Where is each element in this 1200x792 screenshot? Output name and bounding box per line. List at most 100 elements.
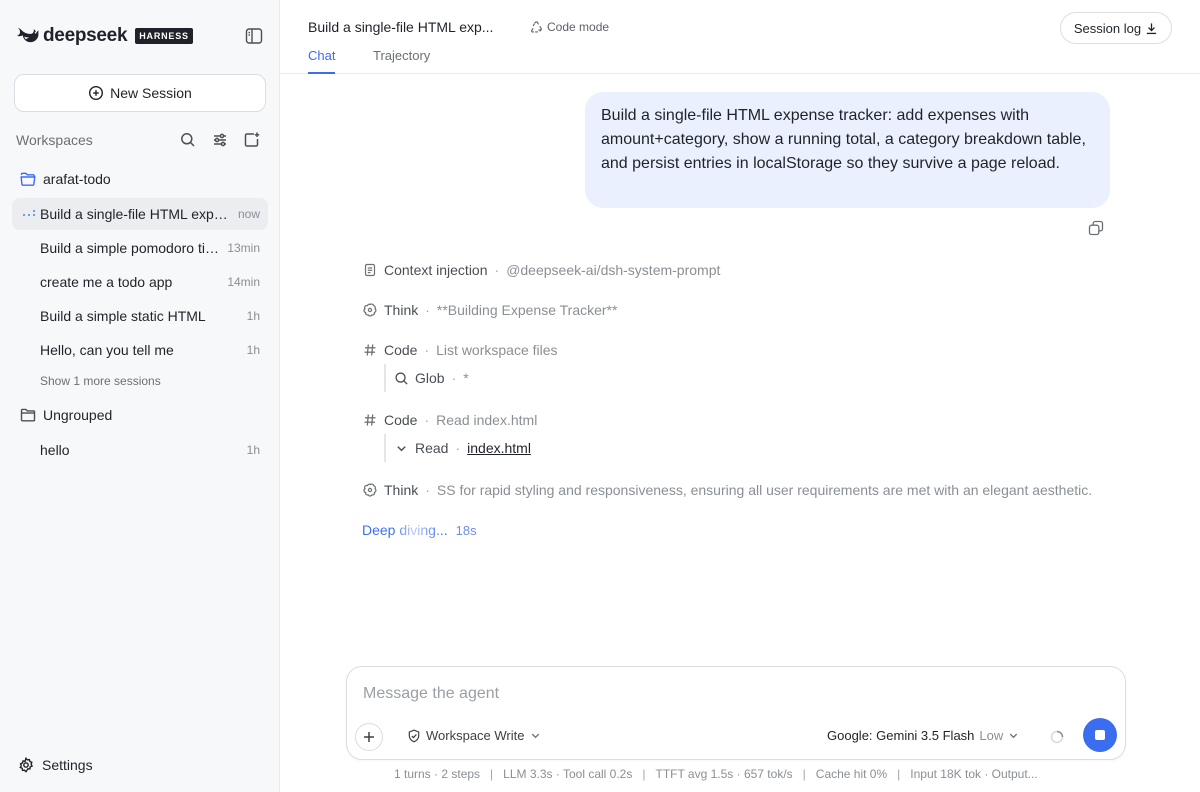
session-title: hello: [40, 442, 70, 458]
plus-circle-icon: [89, 85, 104, 101]
step-separator: ·: [451, 370, 457, 386]
search-icon[interactable]: [172, 131, 204, 149]
step-detail: SS for rapid styling and responsiveness,…: [436, 482, 1093, 498]
session-title: Build a single-file HTML expense tracker: [40, 206, 230, 222]
step-separator: ·: [425, 482, 430, 498]
step-label: Code: [384, 342, 418, 358]
session-time: now: [237, 207, 260, 221]
step-label: Think: [384, 302, 419, 318]
message-input[interactable]: [363, 684, 1103, 704]
permission-select[interactable]: Workspace Write: [407, 728, 546, 743]
session-title: Build a simple pomodoro timer: [40, 240, 220, 256]
session-item[interactable]: Build a simple static HTML 1h: [12, 300, 268, 332]
tool-label: Glob: [415, 370, 445, 386]
tab-chat[interactable]: Chat: [308, 48, 336, 74]
step-code-read-file[interactable]: Code · Read index.html: [362, 410, 537, 430]
session-log-button[interactable]: Session log: [1060, 12, 1172, 44]
new-session-button[interactable]: New Session: [14, 74, 266, 112]
step-label: Code: [384, 412, 418, 428]
status-elapsed: 18s: [455, 522, 477, 538]
step-label: Think: [384, 482, 419, 498]
show-more-sessions-link[interactable]: Show 1 more sessions: [40, 374, 161, 388]
step-separator: ·: [424, 412, 430, 428]
new-session-label: New Session: [110, 85, 192, 101]
step-separator: ·: [424, 342, 430, 358]
workspace-folder-arafat-todo[interactable]: arafat-todo: [20, 169, 111, 189]
step-code-list-files[interactable]: Code · List workspace files: [362, 340, 558, 360]
tab-trajectory[interactable]: Trajectory: [373, 48, 430, 74]
plus-icon: [364, 732, 374, 742]
session-time: 1h: [246, 443, 260, 457]
think-icon: [362, 483, 378, 497]
step-think-streaming[interactable]: Think · SS for rapid styling and respons…: [362, 480, 1110, 500]
loading-spinner-icon: [1049, 729, 1065, 745]
session-time: 1h: [246, 343, 260, 357]
composer: Workspace Write Google: Gemini 3.5 Flash…: [346, 666, 1126, 760]
shield-icon: [408, 729, 420, 742]
file-link-index-html[interactable]: index.html: [467, 440, 531, 456]
workspace-folder-ungrouped[interactable]: Ungrouped: [20, 405, 112, 425]
copy-icon[interactable]: [1088, 220, 1104, 236]
session-item[interactable]: Hello, can you tell me 1h: [12, 334, 268, 366]
stat-llm: LLM 3.3s · Tool call 0.2s: [503, 767, 633, 781]
session-title-header: Build a single-file HTML exp...: [308, 19, 494, 35]
workspaces-title: Workspaces: [16, 132, 93, 148]
tool-label: Read: [415, 440, 449, 456]
stat-tokens: Input 18K tok · Output...: [910, 767, 1038, 781]
reasoning-level: Low: [979, 728, 1004, 743]
think-icon: [362, 303, 378, 317]
run-stats: 1 turns · 2 steps | LLM 3.3s · Tool call 0…: [394, 767, 1038, 781]
model-name: Google: Gemini 3.5 Flash: [827, 728, 975, 743]
whale-logo-icon: [16, 27, 40, 45]
step-detail: Read index.html: [436, 412, 538, 428]
loading-dots-icon: [23, 210, 35, 218]
session-title: Build a simple static HTML: [40, 308, 206, 324]
step-detail: List workspace files: [436, 342, 558, 358]
brand-name: deepseek: [43, 25, 128, 46]
recycle-icon: [530, 20, 543, 33]
stat-divider: |: [490, 767, 494, 781]
search-icon: [394, 371, 409, 386]
tool-call-glob[interactable]: Glob · *: [384, 364, 469, 392]
session-log-label: Session log: [1073, 20, 1142, 36]
chat-header: Build a single-file HTML exp... Code mod…: [280, 0, 1200, 74]
document-icon: [362, 263, 378, 277]
step-context-injection[interactable]: Context injection · @deepseek-ai/dsh-sys…: [362, 260, 720, 280]
step-think[interactable]: Think · **Building Expense Tracker**: [362, 300, 617, 320]
workspaces-header: Workspaces: [16, 130, 268, 150]
session-item[interactable]: create me a todo app 14min: [12, 266, 268, 298]
model-select[interactable]: Google: Gemini 3.5 Flash Low: [827, 728, 1019, 743]
session-item[interactable]: Build a simple pomodoro timer 13min: [12, 232, 268, 264]
code-mode-label: Code mode: [547, 20, 610, 34]
session-title: create me a todo app: [40, 274, 173, 290]
session-time: 1h: [246, 309, 260, 323]
step-detail: @deepseek-ai/dsh-system-prompt: [506, 262, 721, 278]
gear-icon: [19, 757, 34, 773]
sidebar-toggle-icon[interactable]: [244, 26, 264, 46]
stat-divider: |: [897, 767, 901, 781]
chevron-down-icon: [531, 733, 539, 739]
brand: deepseek HARNESS: [16, 25, 193, 46]
tool-call-read[interactable]: Read · index.html: [384, 434, 531, 462]
session-item-active[interactable]: Build a single-file HTML expense tracker…: [12, 198, 268, 230]
stop-button[interactable]: [1083, 718, 1117, 752]
settings-label: Settings: [42, 757, 93, 773]
step-detail-wrap: SS for rapid styling and responsiveness,…: [437, 482, 1110, 498]
attach-button[interactable]: [355, 723, 383, 751]
stat-cache: Cache hit 0%: [815, 767, 888, 781]
brand-badge: HARNESS: [135, 28, 193, 44]
session-title: Hello, can you tell me: [40, 342, 174, 358]
new-folder-icon[interactable]: [236, 131, 268, 149]
status-text: Deep diving...: [362, 522, 448, 538]
hash-icon: [362, 343, 378, 357]
session-item[interactable]: hello 1h: [12, 434, 268, 466]
folder-name: arafat-todo: [43, 171, 111, 187]
filter-icon[interactable]: [204, 131, 236, 149]
code-mode-indicator: Code mode: [530, 20, 609, 34]
folder-name: Ungrouped: [43, 407, 113, 423]
sidebar: deepseek HARNESS New Session Workspaces …: [0, 0, 280, 792]
stat-ttft: TTFT avg 1.5s · 657 tok/s: [655, 767, 793, 781]
folder-icon: [20, 408, 36, 422]
session-time: 14min: [227, 275, 260, 289]
settings-button[interactable]: Settings: [18, 755, 93, 775]
